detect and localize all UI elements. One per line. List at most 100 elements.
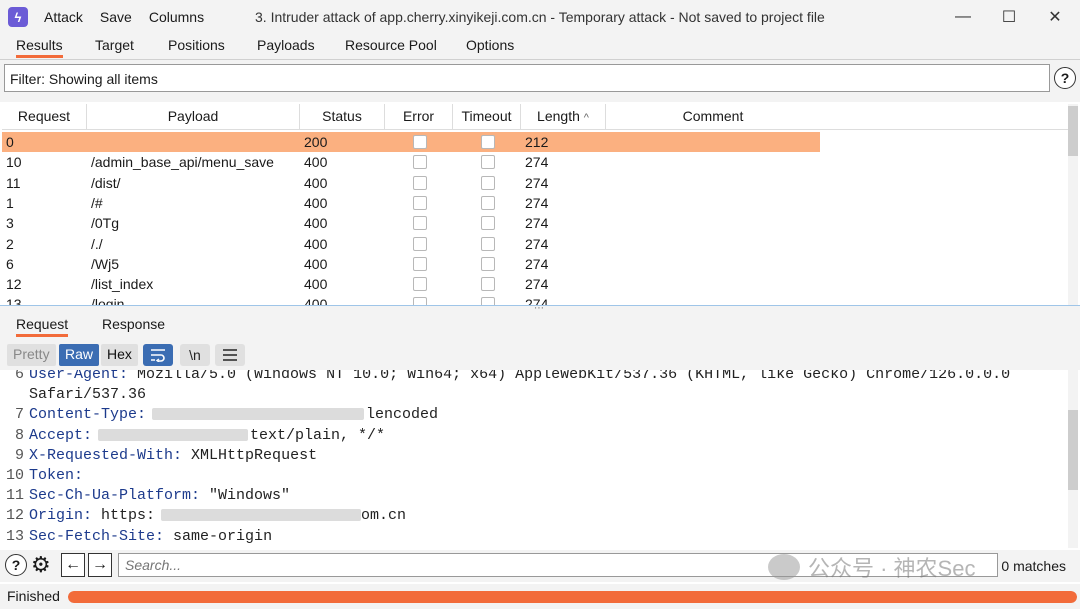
show-newlines-button[interactable]: \n [180,344,210,366]
error-checkbox [413,256,427,271]
col-length-label: Length [537,108,580,124]
editor-scrollbar[interactable] [1068,370,1078,548]
help-icon[interactable]: ? [1054,67,1076,89]
tab-resource-pool[interactable]: Resource Pool [345,37,437,53]
cell-request: 2 [6,235,14,252]
table-header: Request Payload Status Error Timeout Len… [2,104,1068,130]
table-row[interactable]: 6/Wj5 400 274 [2,254,820,274]
line-number: 10 [5,467,24,484]
maximize-icon[interactable]: ☐ [986,0,1032,34]
redacted-block [161,509,362,522]
header-key: Accept [29,426,84,444]
col-status[interactable]: Status [300,104,385,130]
newline-label: \n [189,347,201,363]
title-bar: ϟ Attack Save Columns 3. Intruder attack… [0,0,1080,34]
table-scrollbar[interactable] [1068,104,1078,306]
header-colon: : [83,426,93,444]
code-line: X-Requested-With: XMLHttpRequest [29,447,317,464]
hex-button[interactable]: Hex [101,344,138,366]
header-key: User-Agent [29,370,120,383]
pretty-button[interactable]: Pretty [7,344,56,366]
menu-attack[interactable]: Attack [44,9,83,25]
code-line: Origin: https: om.cn [29,507,406,524]
header-colon: : [83,507,93,525]
header-value: lencoded [366,406,439,424]
cell-status: 400 [304,154,328,171]
watermark-text: 公众号 · 神农Sec [808,556,976,581]
tab-request[interactable]: Request [16,316,69,337]
header-key: Origin [29,507,84,525]
code-line: Safari/537.36 [29,386,146,403]
raw-button[interactable]: Raw [59,344,100,366]
progress-bar [68,591,1077,603]
editor-toolbar: Pretty Raw Hex \n [0,340,1080,370]
table-row[interactable]: 10/admin_base_api/menu_save 400 274 [2,152,820,172]
cell-request: 12 [6,276,22,293]
pane-splitter[interactable]: ⋯ [0,304,1080,314]
table-row[interactable]: 12/list_index 400 274 [2,274,820,294]
status-text: Finished [7,588,60,604]
header-colon: : [173,446,183,464]
redacted-block [152,408,365,421]
header-key: Sec-Fetch-Site [29,527,156,545]
editor-scroll-thumb[interactable] [1068,410,1078,490]
menu-lines-icon[interactable] [215,344,245,366]
cell-length: 212 [525,134,549,150]
header-colon: : [137,406,147,424]
settings-gear-icon[interactable]: ⚙ [31,553,51,577]
cell-length: 274 [525,194,549,211]
code-line: Sec-Ch-Ua-Platform: "Windows" [29,487,290,504]
cell-status: 400 [304,215,328,232]
table-row[interactable]: 2 /./ 400 274 [2,234,820,254]
wrap-lines-icon[interactable] [143,344,173,366]
watermark: 公众号 · 神农Sec [768,551,975,583]
code-line: Content-Type: lencoded [29,406,438,423]
close-icon[interactable]: ✕ [1032,0,1078,34]
col-request[interactable]: Request [2,104,87,130]
cell-length: 274 [525,154,549,171]
table-row[interactable]: 1 /# 400 274 [2,193,820,213]
header-colon: : [155,527,165,545]
tab-options[interactable]: Options [466,37,514,53]
tab-target[interactable]: Target [95,37,134,53]
line-number: 6 [14,370,24,383]
results-table: Request Payload Status Error Timeout Len… [2,104,1068,306]
header-key: Sec-Ch-Ua-Platform [29,487,192,505]
tab-results[interactable]: Results [16,37,63,58]
error-checkbox [413,175,427,190]
table-row[interactable]: 0 200 212 [2,132,820,153]
menu-save[interactable]: Save [100,9,132,25]
error-checkbox [413,216,427,231]
sort-asc-icon: ^ [583,112,589,124]
col-timeout[interactable]: Timeout [453,104,521,130]
cell-payload: /0Tg [91,215,120,232]
timeout-checkbox [481,135,495,149]
table-row[interactable]: 3/0Tg 400 274 [2,213,820,233]
request-editor[interactable]: 6 User-Agent: Mozilla/5.0 (Windows NT 10.… [0,370,1068,548]
search-help-icon[interactable]: ? [5,554,27,576]
col-length[interactable]: Length ^ [521,104,606,130]
cell-request: 0 [6,134,14,150]
status-bar: Finished [0,584,1080,609]
cell-request: 6 [6,255,14,272]
error-checkbox [413,155,427,170]
code-line: Accept: text/plain, */* [29,427,385,444]
table-row[interactable]: 11/dist/400 274 [2,173,820,193]
table-scroll-thumb[interactable] [1068,106,1078,156]
next-match-icon[interactable]: → [88,553,112,577]
filter-field[interactable]: Filter: Showing all items [4,64,1050,92]
previous-match-icon[interactable]: ← [61,553,85,577]
error-checkbox [413,236,427,251]
col-payload[interactable]: Payload [87,104,300,130]
cell-payload: /Wj5 [91,255,119,272]
tab-response[interactable]: Response [102,316,165,332]
tab-positions[interactable]: Positions [168,37,225,53]
col-comment[interactable]: Comment [606,104,820,130]
cell-status: 400 [304,276,328,293]
tab-payloads[interactable]: Payloads [257,37,315,53]
col-error[interactable]: Error [385,104,453,130]
menu-columns[interactable]: Columns [149,9,204,25]
match-count: 0 matches [1001,558,1066,574]
minimize-icon[interactable]: — [940,0,986,34]
cell-status: 400 [304,235,328,252]
